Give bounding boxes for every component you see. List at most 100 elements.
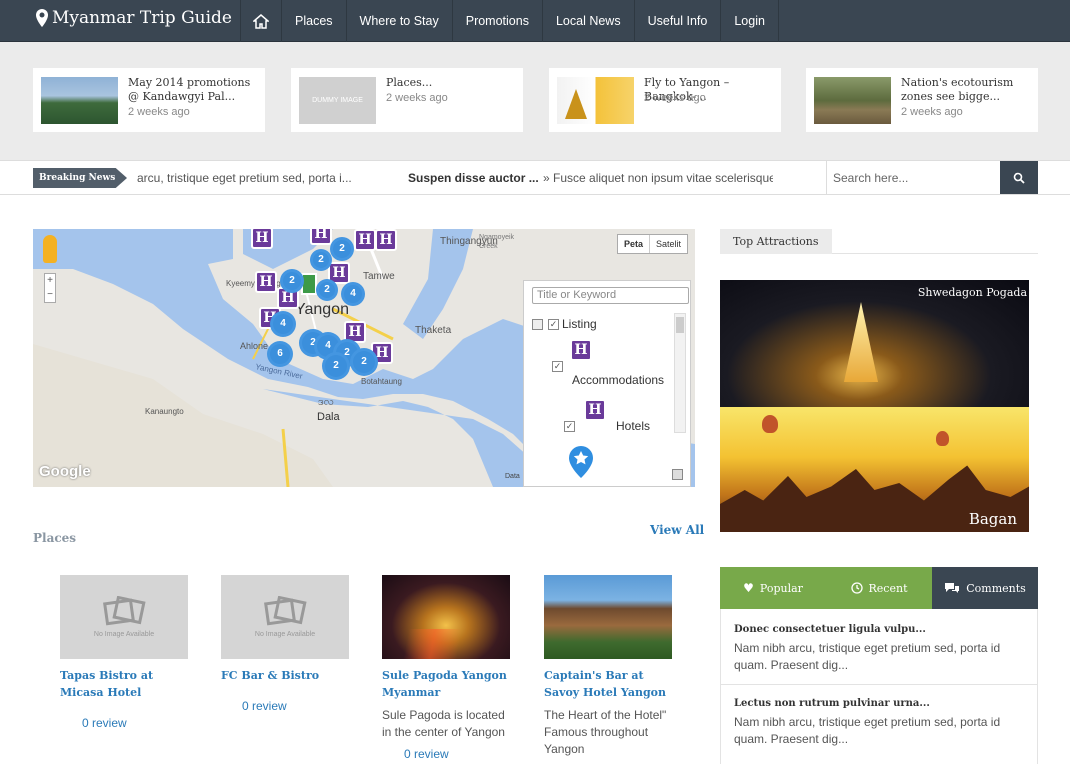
map-cluster[interactable]: 6 xyxy=(267,341,293,367)
site-title: Myanmar Trip Guide xyxy=(52,8,232,28)
site-logo[interactable]: Myanmar Trip Guide xyxy=(34,8,232,28)
nav-useful-info[interactable]: Useful Info xyxy=(633,0,721,42)
map-cluster[interactable]: 2 xyxy=(316,279,338,301)
hotel-pin-icon[interactable]: H xyxy=(354,229,376,251)
featured-date: 2 weeks ago xyxy=(901,106,963,118)
post-title[interactable]: Donec consectetuer ligula vulpu... xyxy=(734,624,1024,635)
accommodations-icon: H xyxy=(570,339,592,361)
map-cluster[interactable]: 4 xyxy=(341,282,365,306)
map-label: Botahtaung xyxy=(361,377,402,386)
breaking-news-label: Breaking News xyxy=(33,168,127,188)
hotel-pin-icon[interactable]: H xyxy=(255,271,277,293)
place-title[interactable]: FC Bar & Bistro xyxy=(221,667,349,684)
nav-local-news[interactable]: Local News xyxy=(541,0,634,42)
attraction-shwedagon[interactable]: Shwedagon Pogada xyxy=(720,280,1029,407)
place-title[interactable]: Tapas Bistro at Micasa Hotel xyxy=(60,667,188,701)
view-all-link[interactable]: View All xyxy=(650,523,704,537)
place-image: No Image Available xyxy=(221,575,349,659)
clock-icon xyxy=(850,582,863,594)
post-title[interactable]: Lectus non rutrum pulvinar urna... xyxy=(734,698,1024,709)
keyword-filter-input[interactable]: Title or Keyword xyxy=(532,287,689,304)
top-attractions-header: Top Attractions xyxy=(720,229,1038,254)
attraction-marker-icon xyxy=(569,446,593,478)
nav-places[interactable]: Places xyxy=(281,0,346,42)
place-card[interactable]: No Image Available FC Bar & Bistro 0 rev… xyxy=(221,575,349,713)
map-label: Thaketa xyxy=(415,325,452,336)
collapse-icon[interactable] xyxy=(672,469,683,480)
map-label: Kanaungto xyxy=(145,407,184,416)
listing-checkbox[interactable]: ✓ xyxy=(548,319,559,330)
nav-login[interactable]: Login xyxy=(720,0,779,42)
hotel-pin-icon[interactable]: H xyxy=(310,229,332,245)
zoom-control[interactable]: + − xyxy=(44,273,56,303)
tab-label: Recent xyxy=(868,581,908,595)
map-filter-panel: Title or Keyword ✓ Listing H ✓ Accommoda… xyxy=(523,280,691,487)
featured-card[interactable]: Fly to Yangon – Bangkok-... 2 weeks ago xyxy=(549,68,781,132)
featured-title: Nation's ecotourism zones see bigge... xyxy=(901,76,1014,103)
hotel-pin-icon[interactable]: H xyxy=(251,229,273,249)
hotels-checkbox[interactable]: ✓ xyxy=(564,421,575,432)
map-label: Ahlone xyxy=(240,341,269,351)
featured-thumbnail: DUMMY IMAGE xyxy=(299,77,376,124)
map-cluster[interactable]: 2 xyxy=(310,249,332,271)
tab-comments[interactable]: Comments xyxy=(932,567,1038,609)
collapse-icon[interactable] xyxy=(532,319,543,330)
featured-date: 2 weeks ago xyxy=(386,92,448,104)
attraction-label: Shwedagon Pogada xyxy=(917,286,1027,299)
featured-card[interactable]: Nation's ecotourism zones see bigge... 2… xyxy=(806,68,1038,132)
nav-home[interactable] xyxy=(240,0,281,42)
search-button[interactable] xyxy=(1000,161,1038,194)
accommodations-checkbox[interactable]: ✓ xyxy=(552,361,563,372)
map-type-peta[interactable]: Peta xyxy=(618,235,651,253)
place-image xyxy=(544,575,672,659)
street-view-icon[interactable] xyxy=(43,235,57,263)
place-review[interactable]: 0 review xyxy=(242,699,349,713)
place-card[interactable]: No Image Available Tapas Bistro at Micas… xyxy=(60,575,188,730)
nav-where-to-stay[interactable]: Where to Stay xyxy=(345,0,452,42)
place-image xyxy=(382,575,510,659)
post-excerpt: Nam nibh arcu, tristique eget pretium se… xyxy=(734,641,1001,672)
balloon-icon xyxy=(936,431,949,446)
place-card[interactable]: Captain's Bar at Savoy Hotel Yangon The … xyxy=(544,575,672,758)
featured-title: May 2014 promotions @ Kandawgyi Pal... xyxy=(128,76,251,103)
featured-thumbnail xyxy=(557,77,634,124)
tab-popular[interactable]: ♥ Popular xyxy=(720,567,826,609)
map-type-satelit[interactable]: Satelit xyxy=(650,235,687,253)
featured-card[interactable]: May 2014 promotions @ Kandawgyi Pal... 2… xyxy=(33,68,265,132)
map-cluster[interactable]: 2 xyxy=(280,269,304,293)
post-excerpt: Nam nibh arcu, tristique eget pretium se… xyxy=(734,715,1001,746)
place-review[interactable]: 0 review xyxy=(82,716,188,730)
panel-scrollbar[interactable] xyxy=(674,313,686,433)
place-card[interactable]: Sule Pagoda Yangon Myanmar Sule Pagoda i… xyxy=(382,575,510,761)
place-title[interactable]: Sule Pagoda Yangon Myanmar xyxy=(382,667,510,701)
breaking-news-item[interactable]: arcu, tristique eget pretium sed, porta … xyxy=(137,171,352,185)
accommodations-label: Accommodations xyxy=(572,373,665,387)
sidebar-post[interactable]: Donec consectetuer ligula vulpu... Nam n… xyxy=(720,624,1038,685)
nav-promotions[interactable]: Promotions xyxy=(451,0,542,42)
map-label: Tamwe xyxy=(363,271,395,282)
hotels-label: Hotels xyxy=(616,419,651,433)
comments-icon xyxy=(945,583,960,593)
breaking-news-item[interactable]: Suspen disse auctor ... xyxy=(408,171,539,185)
map-cluster[interactable]: 2 xyxy=(330,237,354,261)
place-description: Sule Pagoda is located in the center of … xyxy=(382,708,505,739)
map-cluster[interactable]: 4 xyxy=(270,311,296,337)
breaking-news-bar: Breaking News arcu, tristique eget preti… xyxy=(0,160,1070,195)
breaking-news-item[interactable]: » Fusce aliquet non ipsum vitae sceleris… xyxy=(543,171,773,185)
sidebar-post[interactable]: Lectus non rutrum pulvinar urna... Nam n… xyxy=(720,698,1038,764)
place-review[interactable]: 0 review xyxy=(404,747,510,761)
map-attribution-data: Data xyxy=(505,473,520,480)
search-input[interactable]: Search here... xyxy=(826,161,1000,194)
map-view[interactable]: + − Thingangyun Ngamoyeik Creek Tamwe Kye… xyxy=(33,229,695,487)
map-type-toggle: Peta Satelit xyxy=(617,234,689,254)
featured-card[interactable]: DUMMY IMAGE Places... 2 weeks ago xyxy=(291,68,523,132)
featured-strip: May 2014 promotions @ Kandawgyi Pal... 2… xyxy=(0,42,1070,160)
tab-recent[interactable]: Recent xyxy=(826,567,932,609)
hotel-pin-icon[interactable]: H xyxy=(375,229,397,251)
featured-date: 2 weeks ago xyxy=(128,106,190,118)
map-cluster[interactable]: 2 xyxy=(322,352,350,380)
attraction-bagan[interactable]: Bagan xyxy=(720,407,1029,532)
map-cluster[interactable]: 2 xyxy=(350,348,378,376)
map-attribution: Google xyxy=(39,463,91,480)
place-title[interactable]: Captain's Bar at Savoy Hotel Yangon xyxy=(544,667,672,701)
